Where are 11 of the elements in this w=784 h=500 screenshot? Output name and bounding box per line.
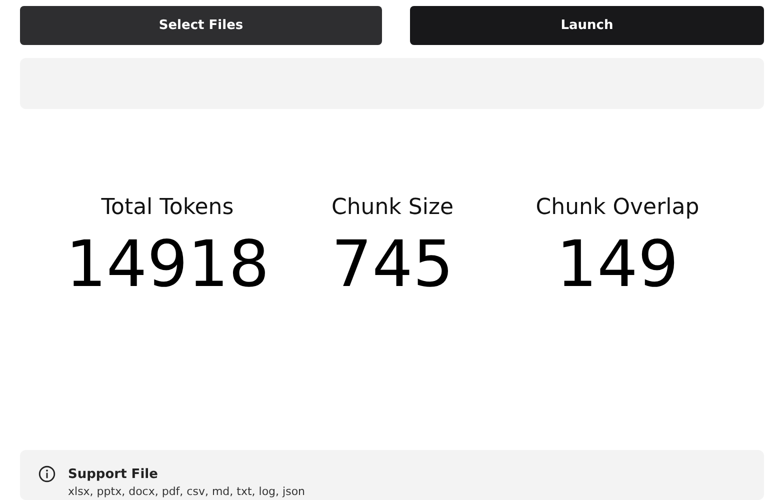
action-button[interactable]: Launch <box>410 6 764 45</box>
stat-value: 745 <box>331 227 454 304</box>
stat-value: 149 <box>556 227 679 304</box>
info-icon <box>38 465 56 483</box>
stat-value: 14918 <box>66 227 270 304</box>
action-button[interactable]: Select Files <box>20 6 382 45</box>
info-title: Support File <box>68 466 158 482</box>
stat-label: Total Tokens <box>101 194 234 222</box>
stat-label: Chunk Size <box>331 194 454 222</box>
stat-label: Chunk Overlap <box>536 194 700 222</box>
info-text: xlsx, pptx, docx, pdf, csv, md, txt, log, json <box>68 485 306 499</box>
